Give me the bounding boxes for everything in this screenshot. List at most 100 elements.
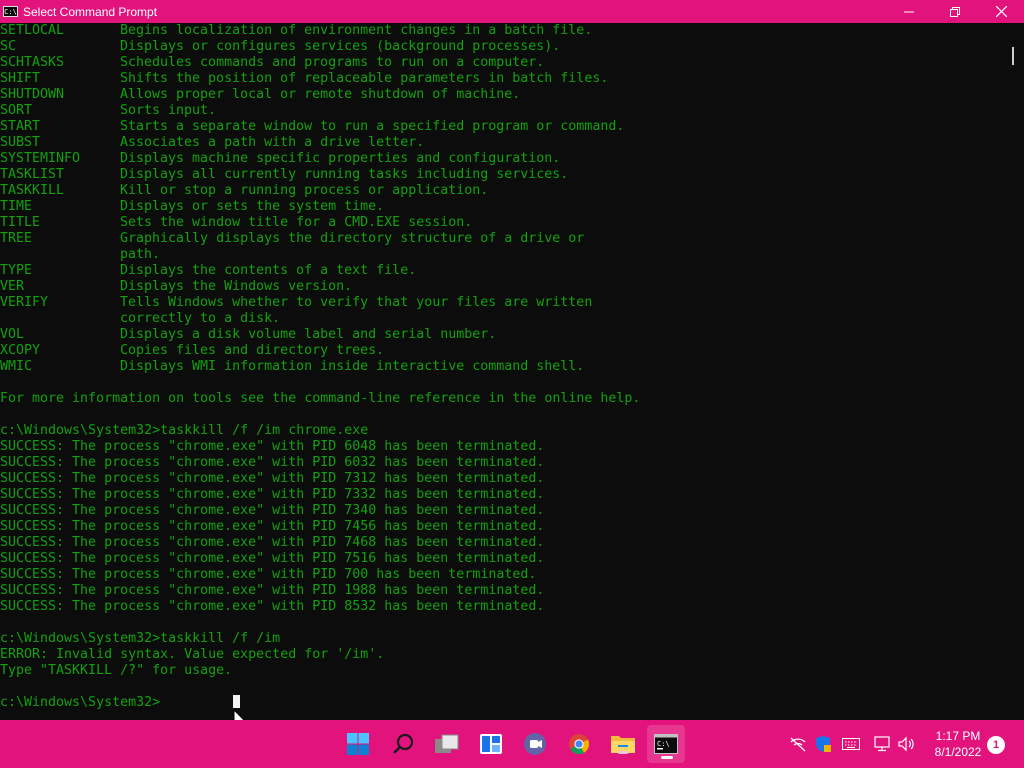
- help-row: TITLE Sets the window title for a CMD.EXE…: [0, 215, 1010, 231]
- help-command-name: START: [0, 119, 41, 134]
- help-command-name: VER: [0, 279, 25, 294]
- volume-icon: [898, 736, 914, 752]
- maximize-button[interactable]: [932, 0, 978, 23]
- help-command-name: [0, 311, 120, 327]
- success-line: SUCCESS: The process "chrome.exe" with P…: [0, 455, 545, 470]
- volume-button[interactable]: [897, 734, 917, 754]
- clock-date: 8/1/2022: [934, 745, 982, 759]
- help-command-name: SCHTASKS: [0, 55, 65, 70]
- help-command-description: Displays or configures services (backgro…: [120, 39, 561, 54]
- help-command-name: SC: [0, 39, 17, 54]
- widgets-button[interactable]: [477, 730, 505, 758]
- window-title: Select Command Prompt: [23, 4, 158, 19]
- scrollbar-thumb[interactable]: [1012, 47, 1014, 65]
- keyboard-button[interactable]: [841, 734, 861, 754]
- taskbar: C:\ 1:17 PM 8/1/2022: [0, 720, 1024, 768]
- help-command-description: Kill or stop a running process or applic…: [120, 183, 489, 198]
- help-command-description: Copies files and directory trees.: [120, 343, 385, 358]
- help-row: SORT Sorts input.: [0, 103, 1010, 119]
- help-command-description: Sets the window title for a CMD.EXE sess…: [120, 215, 473, 230]
- help-row: SHIFT Shifts the position of replaceable …: [0, 71, 1010, 87]
- help-row: SYSTEMINFO Displays machine specific prop…: [0, 151, 1010, 167]
- help-row: VERIFY Tells Windows whether to verify th…: [0, 295, 1010, 311]
- title-bar[interactable]: C:\ Select Command Prompt: [0, 0, 1024, 23]
- windows-start-icon: [347, 733, 369, 755]
- chat-button[interactable]: [521, 730, 549, 758]
- restore-icon: [950, 6, 960, 17]
- help-command-name: TREE: [0, 231, 33, 246]
- search-button[interactable]: [389, 730, 417, 758]
- help-command-name: TASKKILL: [0, 183, 65, 198]
- vertical-scrollbar[interactable]: [1010, 23, 1024, 720]
- help-command-description: Begins localization of environment chang…: [120, 23, 593, 38]
- file-explorer-button[interactable]: [609, 730, 637, 758]
- success-line: SUCCESS: The process "chrome.exe" with P…: [0, 551, 545, 566]
- command-prompt-app-icon[interactable]: C:\: [3, 6, 18, 17]
- minimize-button[interactable]: [886, 0, 932, 23]
- system-clock[interactable]: 1:17 PM 8/1/2022: [922, 728, 994, 760]
- help-row: SHUTDOWN Allows proper local or remote sh…: [0, 87, 1010, 103]
- help-command-name: VOL: [0, 327, 25, 342]
- help-row: SUBST Associates a path with a drive lett…: [0, 135, 1010, 151]
- success-line: SUCCESS: The process "chrome.exe" with P…: [0, 567, 537, 582]
- close-button[interactable]: [978, 0, 1024, 23]
- help-command-description: Associates a path with a drive letter.: [120, 135, 425, 150]
- help-command-name: SUBST: [0, 135, 41, 150]
- help-row: XCOPY Copies files and directory trees.: [0, 343, 1010, 359]
- success-line: SUCCESS: The process "chrome.exe" with P…: [0, 503, 545, 518]
- prompt-line: c:\Windows\System32>taskkill /f /im: [0, 631, 281, 646]
- notification-badge[interactable]: 1: [987, 736, 1005, 754]
- running-indicator: [618, 751, 628, 754]
- help-command-name: SHUTDOWN: [0, 87, 65, 102]
- display-button[interactable]: [873, 734, 893, 754]
- help-row: TIME Displays or sets the system time.: [0, 199, 1010, 215]
- help-row: WMIC Displays WMI information inside inte…: [0, 359, 1010, 375]
- help-command-description: Displays a disk volume label and serial …: [120, 327, 497, 342]
- help-command-description: Tells Windows whether to verify that you…: [120, 295, 593, 310]
- help-row: VER Displays the Windows version.: [0, 279, 1010, 295]
- help-command-name: TITLE: [0, 215, 41, 230]
- window-controls: [886, 0, 1024, 23]
- start-button[interactable]: [344, 730, 372, 758]
- success-line: SUCCESS: The process "chrome.exe" with P…: [0, 599, 545, 614]
- help-command-name: VERIFY: [0, 295, 49, 310]
- help-command-name: TASKLIST: [0, 167, 65, 182]
- task-view-icon: [435, 734, 459, 753]
- terminal-output[interactable]: SETLOCAL Begins localization of environme…: [0, 23, 1010, 720]
- widgets-icon: [480, 734, 502, 754]
- help-command-name: SETLOCAL: [0, 23, 65, 38]
- help-row: TASKLIST Displays all currently running t…: [0, 167, 1010, 183]
- help-command-description: Displays all currently running tasks inc…: [120, 167, 569, 182]
- help-command-name: SYSTEMINFO: [0, 151, 81, 166]
- success-line: SUCCESS: The process "chrome.exe" with P…: [0, 519, 545, 534]
- help-command-description: Shifts the position of replaceable param…: [120, 71, 609, 86]
- help-command-description: Starts a separate window to run a specif…: [120, 119, 625, 134]
- help-row: VOL Displays a disk volume label and seri…: [0, 327, 1010, 343]
- network-button[interactable]: [788, 734, 808, 754]
- help-row: TYPE Displays the contents of a text file…: [0, 263, 1010, 279]
- clock-time: 1:17 PM: [935, 729, 981, 743]
- help-command-name: WMIC: [0, 359, 33, 374]
- help-command-name: SORT: [0, 103, 33, 118]
- command-prompt-taskbar-button[interactable]: C:\: [647, 725, 685, 763]
- help-row: START Starts a separate window to run a s…: [0, 119, 1010, 135]
- teams-chat-icon: [524, 733, 546, 755]
- more-info-line: For more information on tools see the co…: [0, 391, 641, 406]
- help-command-description: Graphically displays the directory struc…: [120, 231, 585, 246]
- success-line: SUCCESS: The process "chrome.exe" with P…: [0, 535, 545, 550]
- help-row: path.: [0, 247, 1010, 263]
- help-command-name: [0, 247, 120, 263]
- help-command-name: TIME: [0, 199, 33, 214]
- help-command-description: path.: [120, 247, 161, 262]
- task-view-button[interactable]: [433, 730, 461, 758]
- help-command-description: correctly to a disk.: [120, 311, 281, 326]
- chrome-taskbar-button[interactable]: [565, 730, 593, 758]
- display-icon: [874, 736, 890, 752]
- search-icon: [393, 733, 414, 754]
- text-cursor: [233, 695, 240, 708]
- success-line: SUCCESS: The process "chrome.exe" with P…: [0, 471, 545, 486]
- help-command-description: Displays WMI information inside interact…: [120, 359, 585, 374]
- success-list: SUCCESS: The process "chrome.exe" with P…: [0, 439, 1010, 615]
- current-prompt[interactable]: c:\Windows\System32>: [0, 695, 1010, 711]
- security-button[interactable]: [813, 734, 833, 754]
